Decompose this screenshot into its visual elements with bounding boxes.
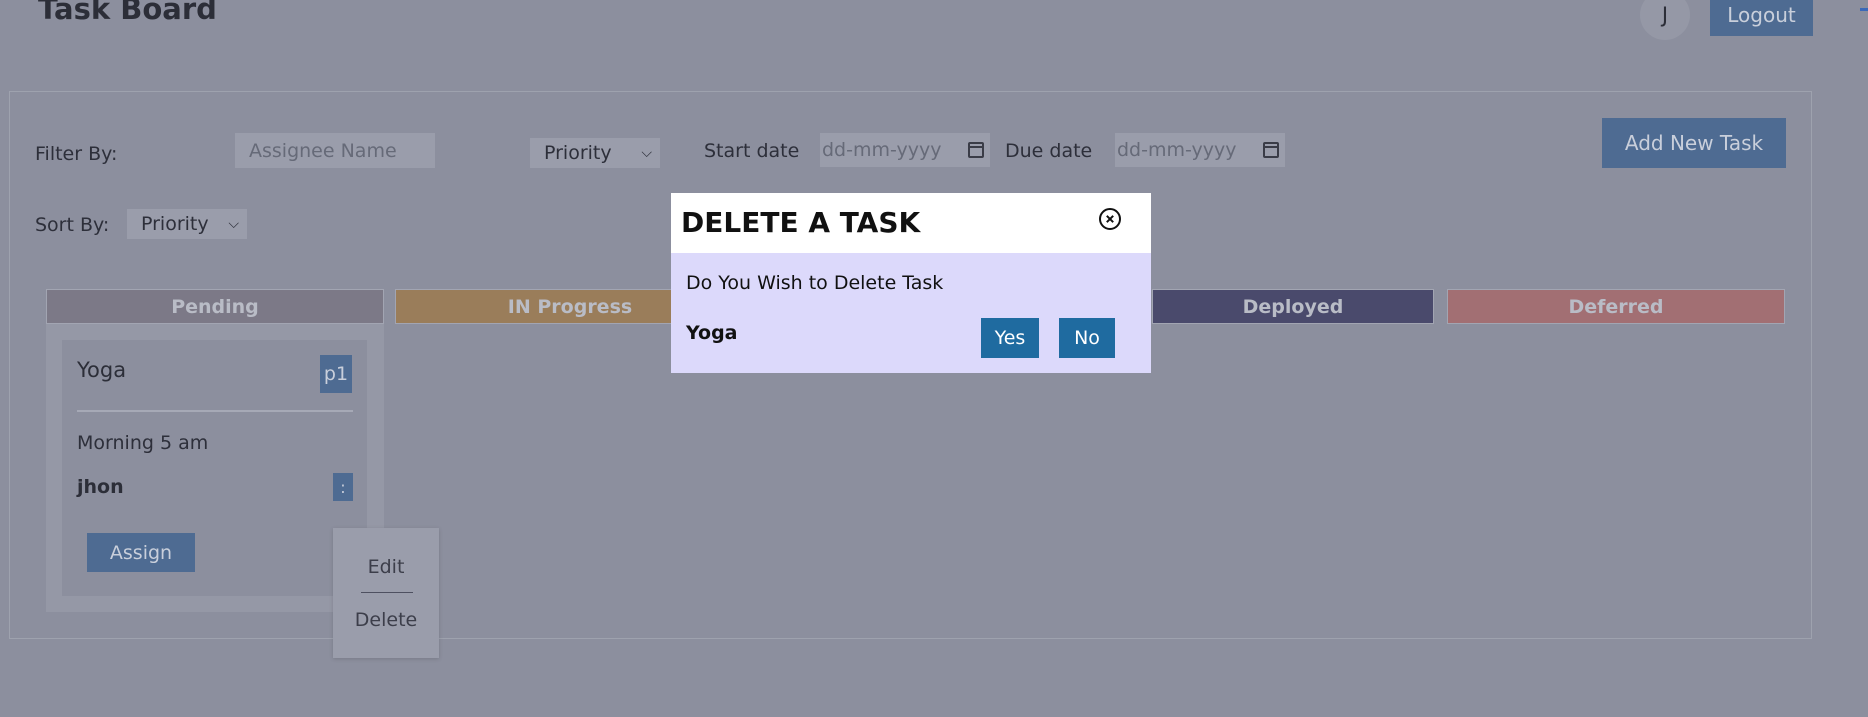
calendar-icon[interactable] (1263, 142, 1279, 158)
assignee-placeholder: Assignee Name (249, 139, 397, 162)
menu-divider (361, 592, 413, 593)
column-header-deferred: Deferred (1447, 289, 1785, 324)
due-date-input[interactable]: dd-mm-yyyy (1115, 133, 1285, 167)
due-date-label: Due date (1005, 140, 1093, 162)
start-date-input[interactable]: dd-mm-yyyy (820, 133, 990, 167)
avatar-initial: J (1661, 3, 1669, 27)
modal-task-name: Yoga (686, 322, 738, 344)
chevron-down-icon: ⌵ (228, 216, 239, 232)
confirm-yes-button[interactable]: Yes (981, 318, 1039, 358)
start-date-label: Start date (704, 140, 800, 162)
close-icon[interactable] (1098, 207, 1122, 231)
sort-value: Priority (141, 213, 209, 235)
modal-title: DELETE A TASK (681, 206, 921, 239)
menu-item-edit[interactable]: Edit (333, 556, 439, 578)
confirm-no-button[interactable]: No (1059, 318, 1115, 358)
task-description: Morning 5 am (77, 432, 209, 454)
due-date-placeholder: dd-mm-yyyy (1117, 139, 1237, 161)
sort-select[interactable]: Priority ⌵ (127, 209, 247, 239)
logout-button[interactable]: Logout (1710, 0, 1813, 36)
task-assignee: jhon (77, 476, 124, 498)
add-new-task-button[interactable]: Add New Task (1602, 118, 1786, 168)
start-date-placeholder: dd-mm-yyyy (822, 139, 942, 161)
column-header-pending: Pending (46, 289, 384, 324)
menu-item-delete[interactable]: Delete (333, 609, 439, 631)
filter-by-label: Filter By: (35, 143, 118, 165)
task-title: Yoga (77, 358, 127, 382)
card-divider (77, 410, 353, 412)
task-options-menu (333, 528, 439, 658)
more-options-button[interactable]: : (333, 473, 353, 501)
modal-message: Do You Wish to Delete Task (686, 272, 944, 294)
priority-filter-select[interactable]: Priority ⌵ (530, 138, 660, 168)
page-title: Task Board (38, 0, 217, 26)
priority-badge: p1 (320, 355, 352, 393)
calendar-icon[interactable] (968, 142, 984, 158)
sort-by-label: Sort By: (35, 214, 110, 236)
assignee-name-input[interactable]: Assignee Name (235, 133, 435, 168)
priority-filter-value: Priority (544, 142, 612, 164)
chevron-down-icon: ⌵ (641, 145, 652, 161)
column-header-deployed: Deployed (1152, 289, 1434, 324)
assign-button[interactable]: Assign (87, 533, 195, 572)
scroll-indicator (1860, 8, 1868, 11)
avatar[interactable]: J (1640, 0, 1690, 40)
